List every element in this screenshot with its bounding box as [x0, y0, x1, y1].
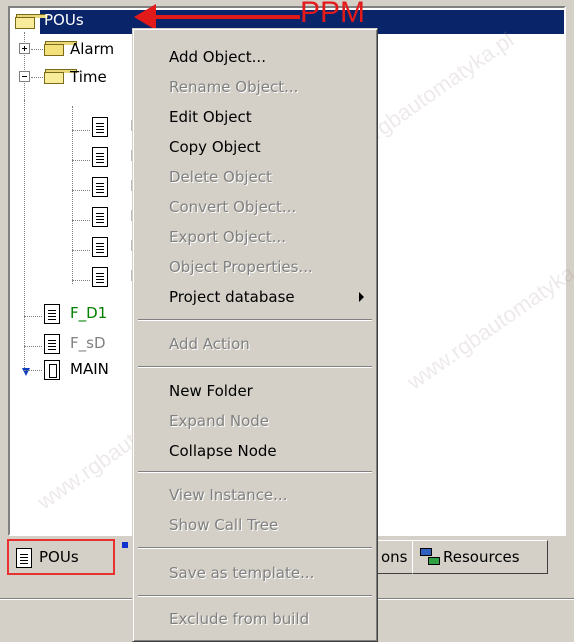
menu-item-show-call-tree[interactable]: Show Call Tree: [136, 511, 374, 539]
menu-item-object-properties[interactable]: Object Properties...: [136, 253, 374, 281]
annotation-label: PPM: [300, 0, 366, 29]
menu-item-add-object[interactable]: Add Object...: [136, 43, 374, 71]
folder-open-icon: [44, 69, 77, 84]
menu-item-exclude-from-build[interactable]: Exclude from build: [136, 605, 374, 633]
annotation-arrow-head: [134, 4, 156, 30]
tree-line: [31, 77, 45, 78]
tree-root-label: POUs: [44, 11, 84, 29]
menu-item-new-folder[interactable]: New Folder: [136, 377, 374, 405]
menu-separator: [138, 547, 372, 549]
tree-line: [72, 106, 73, 284]
menu-separator: [138, 366, 372, 368]
resources-icon: [420, 548, 440, 566]
menu-item-edit-object[interactable]: Edit Object: [136, 103, 374, 131]
menu-item-view-instance[interactable]: View Instance...: [136, 481, 374, 509]
collapse-minus-icon[interactable]: [19, 71, 30, 82]
pou-document-icon: [92, 267, 108, 287]
menu-item-save-as-template[interactable]: Save as template...: [136, 559, 374, 587]
menu-separator: [138, 319, 372, 321]
pou-document-icon: [92, 147, 108, 167]
tree-line: [72, 130, 90, 131]
tab-visualizations-label: ons: [381, 548, 408, 566]
annotation-arrow-line: [140, 15, 300, 19]
tree-line: [31, 49, 45, 50]
tree-line: [72, 280, 90, 281]
tab-resources[interactable]: Resources: [412, 540, 548, 574]
menu-separator: [138, 471, 372, 473]
tree-line: [24, 346, 42, 347]
tree-line: [72, 250, 90, 251]
menu-item-add-action[interactable]: Add Action: [136, 330, 374, 358]
folder-icon: [44, 41, 77, 56]
tab-resources-label: Resources: [443, 548, 520, 566]
pou-document-icon: [92, 207, 108, 227]
tree-line: [72, 220, 90, 221]
context-menu: Add Object... Rename Object... Edit Obje…: [132, 28, 378, 642]
watermark: www.rgbautomatyka.pl: [402, 246, 574, 395]
menu-item-export-object[interactable]: Export Object...: [136, 223, 374, 251]
tab-pous[interactable]: POUs: [7, 539, 115, 575]
pou-document-icon: [92, 237, 108, 257]
folder-open-icon: [15, 14, 48, 29]
menu-item-convert-object[interactable]: Convert Object...: [136, 193, 374, 221]
tree-line: [72, 160, 90, 161]
pou-document-icon: [92, 117, 108, 137]
menu-item-rename-object[interactable]: Rename Object...: [136, 73, 374, 101]
menu-item-delete-object[interactable]: Delete Object: [136, 163, 374, 191]
expand-plus-icon[interactable]: [19, 43, 30, 54]
pou-document-icon: [44, 304, 60, 324]
object-organizer-window: POUs Alarm Time F F F F F F: [0, 0, 574, 642]
menu-item-expand-node[interactable]: Expand Node: [136, 407, 374, 435]
menu-item-collapse-node[interactable]: Collapse Node: [136, 437, 374, 465]
tree-line: [24, 316, 42, 317]
tab-datatypes-icon: [122, 542, 128, 548]
tree-line: [72, 190, 90, 191]
pou-document-icon: [44, 334, 60, 354]
tab-pous-label: POUs: [39, 548, 79, 566]
pou-document-icon: [16, 548, 32, 568]
main-program-icon: [44, 360, 60, 380]
menu-item-copy-object[interactable]: Copy Object: [136, 133, 374, 161]
pou-document-icon: [92, 177, 108, 197]
tree-line: [24, 100, 25, 370]
submenu-arrow-icon: [359, 292, 364, 302]
tree-line: [24, 370, 42, 371]
menu-separator: [138, 595, 372, 597]
menu-item-project-database-label: Project database: [169, 288, 295, 306]
menu-item-project-database[interactable]: Project database: [136, 283, 374, 311]
